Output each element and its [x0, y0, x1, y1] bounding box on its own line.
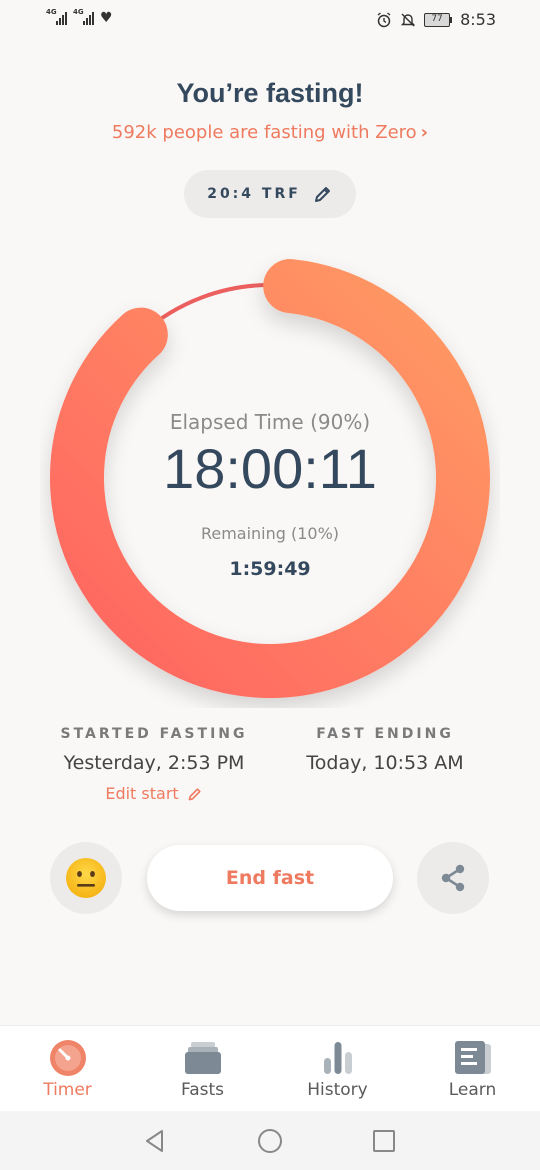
community-link[interactable]: 592k people are fasting with Zero › — [0, 122, 540, 143]
started-value: Yesterday, 2:53 PM — [63, 752, 245, 774]
end-fast-button[interactable]: End fast — [147, 845, 393, 911]
back-icon[interactable] — [142, 1128, 168, 1154]
tab-learn[interactable]: Learn — [405, 1026, 540, 1112]
alarm-icon — [377, 11, 391, 27]
ending-heading: FAST ENDING — [316, 726, 454, 742]
tab-timer-label: Timer — [43, 1080, 92, 1100]
battery-icon: 77 — [424, 12, 453, 27]
fasting-timer: Elapsed Time (90%) 18:00:11 Remaining (1… — [40, 248, 500, 708]
share-button[interactable] — [417, 842, 489, 914]
edit-start-button[interactable]: Edit start — [34, 784, 274, 803]
tab-fasts-label: Fasts — [180, 1080, 224, 1100]
clock: 8:53 — [460, 10, 496, 29]
battery-level: 77 — [424, 12, 451, 27]
remaining-value: 1:59:49 — [229, 558, 311, 580]
network-type-2: 4G — [73, 8, 84, 16]
timer-readout: Elapsed Time (90%) 18:00:11 Remaining (1… — [40, 248, 500, 708]
edit-start-label: Edit start — [105, 784, 179, 803]
neutral-face-icon — [66, 858, 106, 898]
community-text: 592k people are fasting with Zero — [111, 122, 417, 143]
pencil-icon — [314, 187, 330, 202]
started-heading: STARTED FASTING — [60, 726, 248, 742]
tab-bar: Timer Fasts History Learn — [0, 1025, 540, 1111]
learn-icon — [455, 1041, 491, 1074]
status-right: 77 8:53 — [376, 10, 496, 29]
ending-value: Today, 10:53 AM — [306, 752, 464, 774]
tab-history[interactable]: History — [270, 1026, 405, 1112]
pencil-icon — [188, 787, 201, 800]
ending-section: FAST ENDING Today, 10:53 AM — [265, 726, 505, 774]
started-section: STARTED FASTING Yesterday, 2:53 PM Edit … — [34, 726, 274, 803]
tab-timer[interactable]: Timer — [0, 1026, 135, 1112]
tab-learn-label: Learn — [448, 1080, 497, 1100]
plan-label: 20:4 TRF — [207, 186, 301, 202]
history-icon — [324, 1042, 352, 1074]
share-icon — [441, 864, 465, 892]
chevron-right-icon: › — [420, 122, 429, 143]
tab-fasts[interactable]: Fasts — [135, 1026, 270, 1112]
mute-icon — [400, 13, 416, 26]
heart-icon: ♥ — [100, 10, 113, 26]
signal-icon-2: 4G — [73, 8, 94, 25]
recents-icon[interactable] — [372, 1129, 396, 1153]
page-title: You’re fasting! — [176, 78, 364, 108]
status-bar: 4G 4G ♥ 77 8:53 — [0, 0, 540, 44]
timer-icon — [50, 1040, 86, 1076]
signal-icon: 4G — [46, 8, 67, 25]
plan-selector[interactable]: 20:4 TRF — [184, 170, 356, 218]
elapsed-label: Elapsed Time (90%) — [169, 410, 371, 434]
fasts-icon — [185, 1042, 221, 1074]
system-nav-bar — [0, 1111, 540, 1170]
network-type: 4G — [46, 8, 57, 16]
status-left: 4G 4G ♥ — [46, 8, 113, 26]
home-icon[interactable] — [256, 1127, 284, 1155]
tab-history-label: History — [307, 1080, 368, 1100]
mood-button[interactable] — [50, 842, 122, 914]
action-row: End fast — [0, 842, 540, 914]
elapsed-value: 18:00:11 — [163, 437, 377, 500]
remaining-label: Remaining (10%) — [200, 524, 340, 543]
